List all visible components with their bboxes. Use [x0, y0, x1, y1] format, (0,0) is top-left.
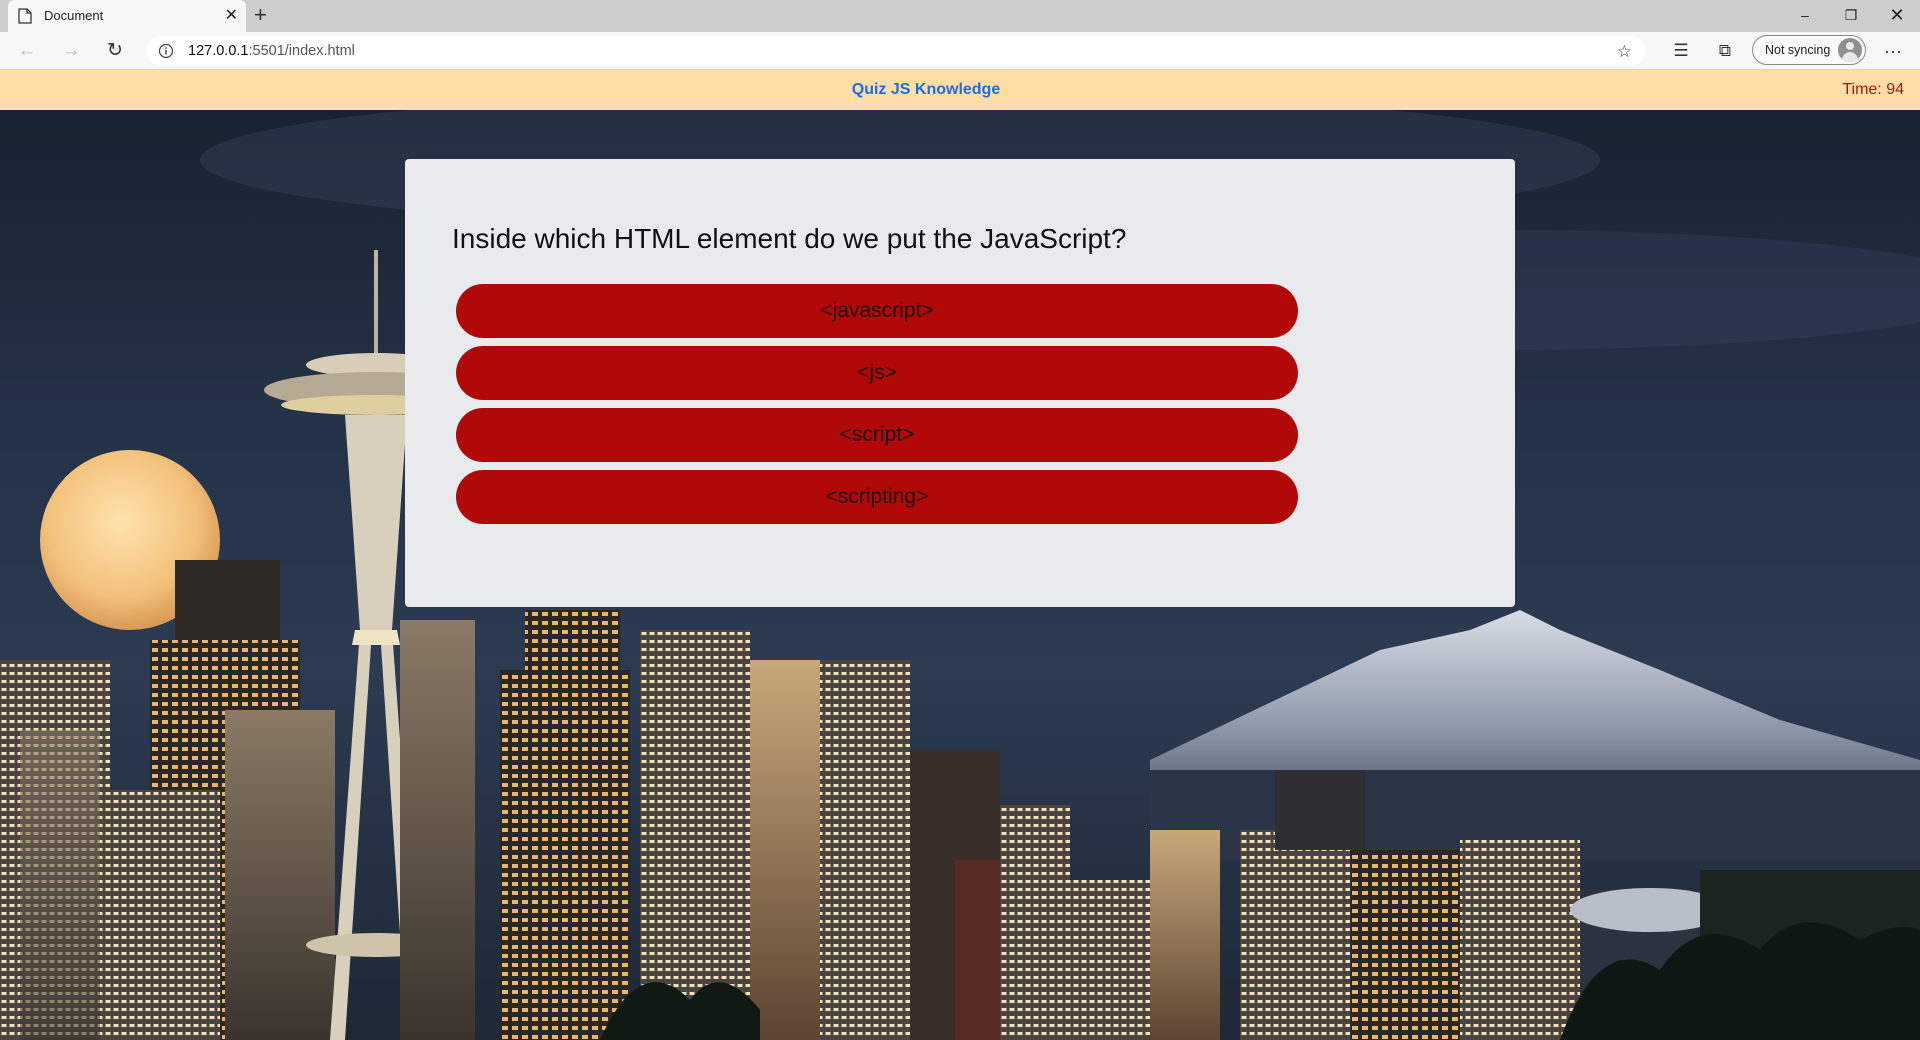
favorites-icon[interactable]: ☰ [1666, 36, 1696, 66]
star-icon[interactable]: ☆ [1617, 42, 1632, 62]
document-icon [18, 8, 32, 24]
restore-icon[interactable]: ❐ [1828, 0, 1874, 32]
info-icon[interactable] [158, 43, 174, 59]
window-close-icon[interactable]: ✕ [1874, 0, 1920, 32]
browser-tab[interactable]: Document ✕ [8, 0, 246, 32]
collections-icon[interactable]: ⧉ [1710, 36, 1740, 66]
answer-button-scripting[interactable]: <scripting> [456, 470, 1298, 524]
answer-button-script[interactable]: <script> [456, 408, 1298, 462]
sync-label: Not syncing [1765, 43, 1831, 57]
browser-toolbar: ← → ↻ 127.0.0.1:5501/index.html ☆ ☰ ⧉ No… [0, 32, 1920, 70]
tab-strip: Document ✕ + – ❐ ✕ [0, 0, 1920, 32]
page-title[interactable]: Quiz JS Knowledge [0, 70, 1852, 110]
page-viewport: Quiz JS Knowledge Time: 94 Inside which … [0, 70, 1920, 1040]
forward-icon[interactable]: → [56, 36, 86, 66]
back-icon[interactable]: ← [12, 36, 42, 66]
timer-label: Time: 94 [1842, 81, 1904, 98]
profile-sync-button[interactable]: Not syncing [1752, 35, 1866, 65]
tab-title: Document [44, 8, 104, 23]
answer-button-js[interactable]: <js> [456, 346, 1298, 400]
reload-icon[interactable]: ↻ [100, 36, 130, 66]
url-host: 127.0.0.1 [188, 43, 249, 59]
plus-icon[interactable]: + [254, 3, 267, 27]
close-icon[interactable]: ✕ [225, 6, 238, 26]
avatar [1838, 38, 1862, 62]
url-path: :5501/index.html [248, 43, 355, 59]
url-text[interactable]: 127.0.0.1:5501/index.html [188, 43, 355, 59]
question-text: Inside which HTML element do we put the … [452, 223, 1127, 254]
quiz-header: Quiz JS Knowledge Time: 94 [0, 70, 1920, 110]
minimize-icon[interactable]: – [1782, 0, 1828, 32]
more-icon[interactable]: ··· [1878, 36, 1908, 66]
address-bar[interactable]: 127.0.0.1:5501/index.html ☆ [146, 36, 1646, 66]
quiz-card: Inside which HTML element do we put the … [405, 159, 1515, 607]
answer-button-javascript[interactable]: <javascript> [456, 284, 1298, 338]
